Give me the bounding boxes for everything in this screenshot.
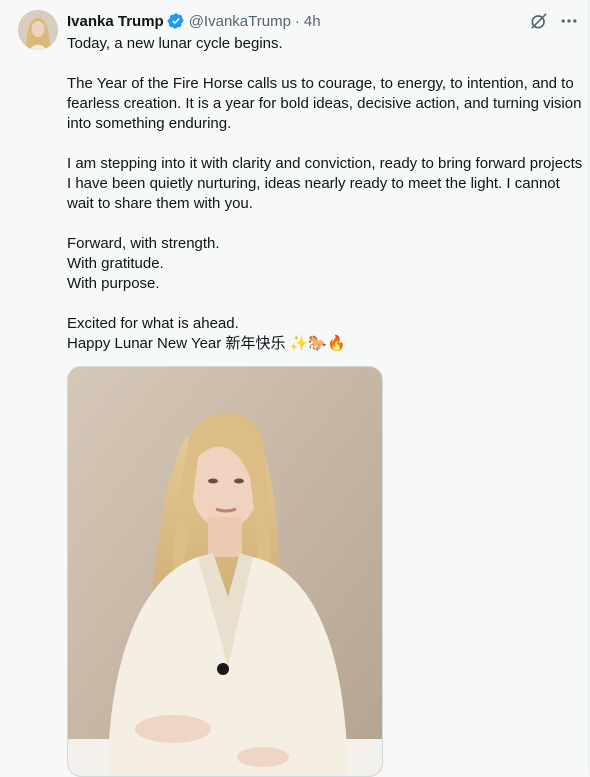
separator: ·: [294, 12, 300, 30]
tweet-text: Today, a new lunar cycle begins. The Yea…: [67, 34, 585, 354]
lunar-greeting: Happy Lunar New Year 新年快乐: [67, 335, 286, 352]
tweet-line: With gratitude.: [67, 255, 164, 272]
tweet-line: Excited for what is ahead.: [67, 315, 239, 332]
verified-badge-icon: [167, 13, 184, 29]
tweet-line: Forward, with strength.: [67, 235, 220, 252]
display-name[interactable]: Ivanka Trump: [67, 13, 164, 30]
tweet-card[interactable]: Ivanka Trump @IvankaTrump · 4h Today, a …: [0, 0, 589, 777]
handle[interactable]: @IvankaTrump: [189, 13, 291, 30]
tweet-line: Today, a new lunar cycle begins.: [67, 35, 283, 52]
emoji-sparkles-horse-fire: ✨🐎🔥: [289, 335, 346, 352]
tweet-paragraph: The Year of the Fire Horse calls us to c…: [67, 75, 582, 132]
tweet-line: With purpose.: [67, 275, 160, 292]
avatar[interactable]: [18, 10, 58, 50]
tweet-photo[interactable]: [67, 366, 383, 777]
slashed-circle-icon[interactable]: [528, 10, 550, 32]
more-dots-icon[interactable]: [558, 10, 580, 32]
tweet-header: Ivanka Trump @IvankaTrump · 4h: [67, 11, 321, 31]
tweet-line-lunar: Happy Lunar New Year 新年快乐 ✨🐎🔥: [67, 334, 585, 354]
timestamp[interactable]: 4h: [304, 13, 321, 30]
tweet-paragraph: I am stepping into it with clarity and c…: [67, 155, 583, 212]
